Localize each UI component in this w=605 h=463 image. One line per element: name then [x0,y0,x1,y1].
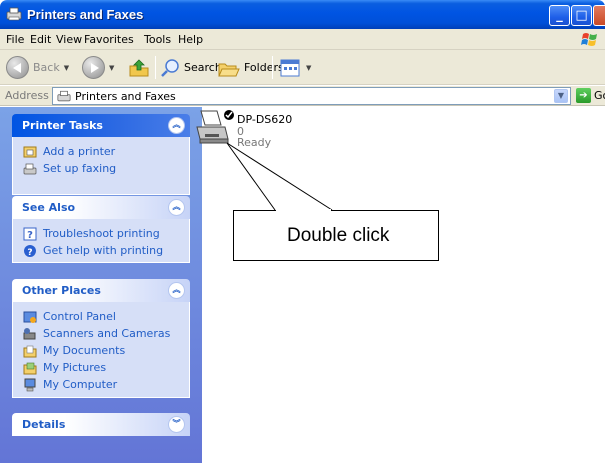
callout-text: Double click [287,225,390,246]
